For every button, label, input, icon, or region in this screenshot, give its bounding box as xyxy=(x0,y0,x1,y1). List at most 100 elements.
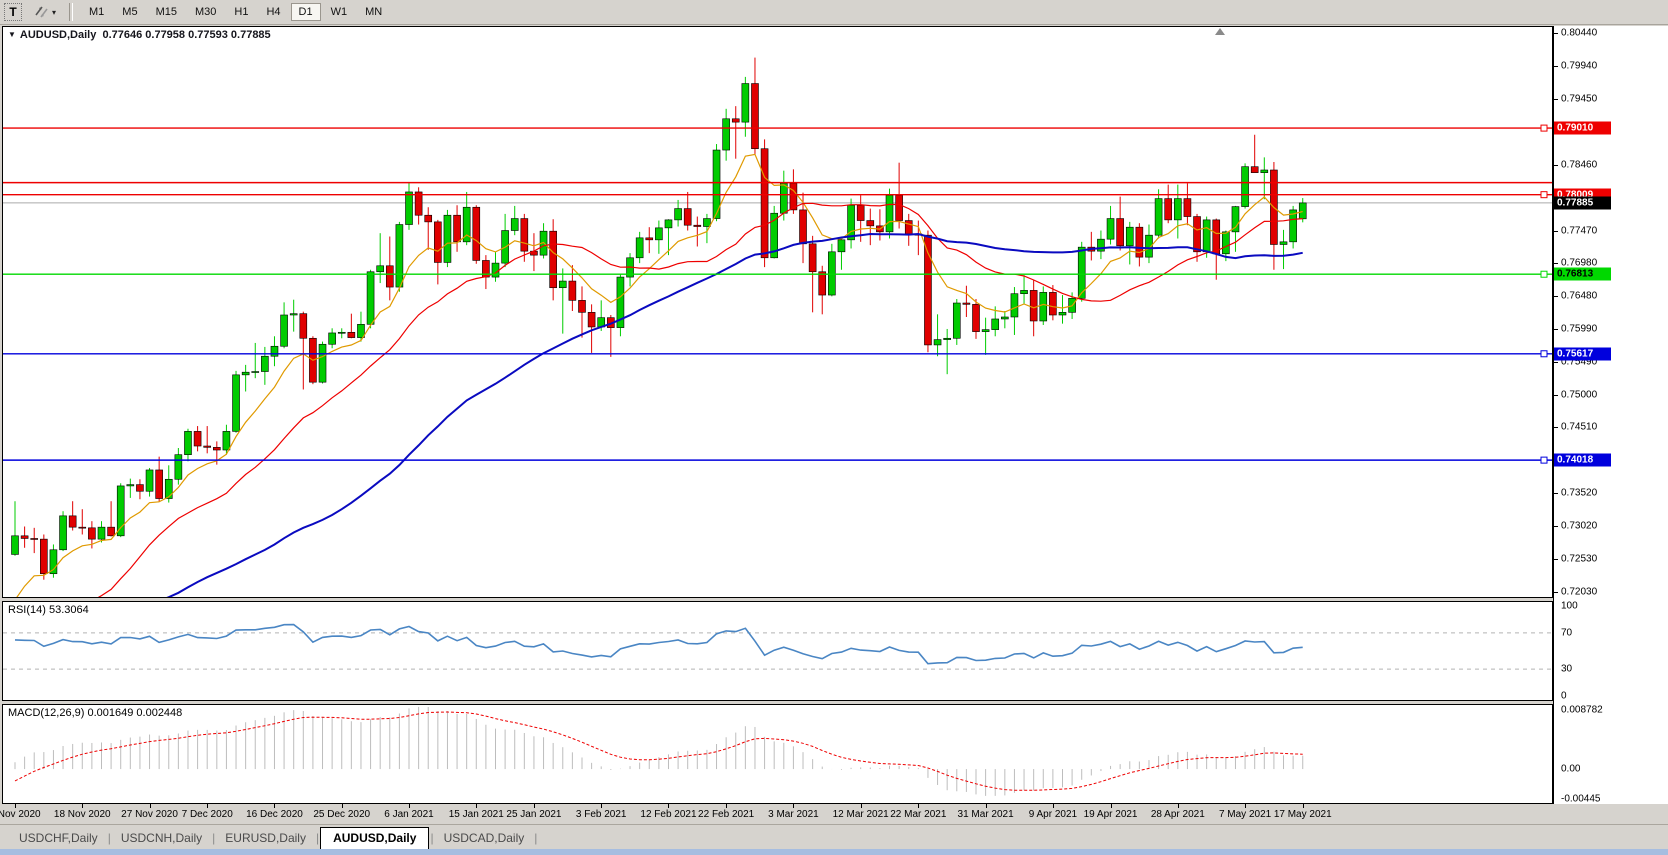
price-tick-label: 0.73020 xyxy=(1561,520,1598,532)
draw-tool-button[interactable]: ▾ xyxy=(28,3,62,21)
price-tick-label: 0.72530 xyxy=(1561,553,1598,565)
rsi-indicator-panel[interactable]: RSI(14) 53.3064 xyxy=(2,601,1553,701)
date-label: 12 Feb 2021 xyxy=(640,809,697,820)
trading-terminal-window: T ▾ M1 M5 M15 M30 H1 H4 D1 W1 MN ▼ AUDUSD,Daily 0… xyxy=(0,0,1668,855)
timeframe-d1-button[interactable]: D1 xyxy=(290,3,321,21)
date-label: 15 Jan 2021 xyxy=(448,809,504,820)
timeframe-m30-button[interactable]: M30 xyxy=(187,3,224,21)
tab-audusd-daily[interactable]: AUDUSD,Daily xyxy=(320,827,430,850)
tab-eurusd-daily[interactable]: EURUSD,Daily xyxy=(216,828,315,849)
price-tick-mark xyxy=(1554,559,1558,561)
price-tick-mark xyxy=(1554,296,1558,298)
ma-sma50-line xyxy=(166,232,1303,597)
date-tick-mark xyxy=(533,804,535,808)
price-tick-mark xyxy=(1554,394,1558,396)
date-tick-mark xyxy=(1052,804,1054,808)
price-tick-mark xyxy=(1554,493,1558,495)
trendline-handle[interactable] xyxy=(1540,456,1548,464)
trendline-handle[interactable] xyxy=(1540,270,1548,278)
text-tool-button[interactable]: T xyxy=(4,3,22,21)
date-tick-mark xyxy=(1177,804,1179,808)
date-tick-mark xyxy=(918,804,920,808)
price-tick-label: 0.76480 xyxy=(1561,290,1598,302)
chart-shift-marker-icon xyxy=(1215,28,1225,35)
timeframe-m5-button[interactable]: M5 xyxy=(114,3,145,21)
date-tick-mark xyxy=(668,804,670,808)
price-tick-mark xyxy=(1554,526,1558,528)
timeframe-mn-button[interactable]: MN xyxy=(357,3,390,21)
status-strip xyxy=(0,849,1668,855)
macd-signal-line xyxy=(14,711,1303,791)
trendline-handle[interactable] xyxy=(1540,191,1548,199)
price-tick-mark xyxy=(1554,230,1558,232)
date-tick-mark xyxy=(1302,804,1304,808)
tab-usdcnh-daily[interactable]: USDCNH,Daily xyxy=(112,828,211,849)
price-tick-label: 0.75000 xyxy=(1561,389,1598,401)
chart-title: ▼ AUDUSD,Daily 0.77646 0.77958 0.77593 0.… xyxy=(8,29,271,41)
timeframe-m1-button[interactable]: M1 xyxy=(81,3,112,21)
date-label: 3 Mar 2021 xyxy=(768,809,819,820)
price-tick-label: 0.79450 xyxy=(1561,93,1598,105)
price-tick-label: 0.80440 xyxy=(1561,27,1598,39)
timeframe-h1-button[interactable]: H1 xyxy=(226,3,256,21)
chart-symbol-label: AUDUSD,Daily xyxy=(19,29,97,41)
price-tick-label: 0.73520 xyxy=(1561,487,1598,499)
date-label: 9 Nov 2020 xyxy=(0,809,41,820)
price-tick-label: 0.79940 xyxy=(1561,60,1598,72)
timeframe-button-group: M1 M5 M15 M30 H1 H4 D1 W1 MN xyxy=(80,3,391,21)
date-tick-mark xyxy=(793,804,795,808)
price-tick-mark xyxy=(1554,164,1558,166)
price-tick-mark xyxy=(1554,32,1558,34)
hline-price-badge: 0.74018 xyxy=(1554,453,1611,467)
date-label: 6 Jan 2021 xyxy=(384,809,434,820)
price-chart-panel[interactable]: ▼ AUDUSD,Daily 0.77646 0.77958 0.77593 0.… xyxy=(2,26,1553,598)
date-label: 17 May 2021 xyxy=(1273,809,1332,820)
chart-ohlc-values: 0.77646 0.77958 0.77593 0.77885 xyxy=(102,29,271,41)
price-tick-label: 0.77470 xyxy=(1561,225,1598,237)
timeframe-m15-button[interactable]: M15 xyxy=(148,3,185,21)
date-label: 27 Nov 2020 xyxy=(121,809,178,820)
draw-arrows-icon xyxy=(34,4,50,21)
rsi-canvas[interactable] xyxy=(3,602,1552,700)
rsi-tick-label: 0 xyxy=(1561,690,1567,702)
macd-tick-label: -0.00445 xyxy=(1561,793,1601,805)
macd-canvas[interactable] xyxy=(3,705,1552,803)
tab-usdcad-daily[interactable]: USDCAD,Daily xyxy=(435,828,534,849)
price-tick-mark xyxy=(1554,427,1558,429)
price-tick-label: 0.74510 xyxy=(1561,421,1598,433)
date-label: 22 Mar 2021 xyxy=(890,809,947,820)
macd-tick-label: 0.00 xyxy=(1561,763,1581,775)
timeframe-w1-button[interactable]: W1 xyxy=(323,3,356,21)
date-tick-mark xyxy=(476,804,478,808)
date-tick-mark xyxy=(601,804,603,808)
date-tick-mark xyxy=(1110,804,1112,808)
rsi-tick-label: 30 xyxy=(1561,663,1573,675)
trendline-handle[interactable] xyxy=(1540,350,1548,358)
symbol-caret-icon: ▼ xyxy=(8,30,16,39)
macd-indicator-panel[interactable]: MACD(12,26,9) 0.001649 0.002448 xyxy=(2,704,1553,804)
hline-price-badge: 0.76813 xyxy=(1554,267,1611,281)
date-label: 12 Mar 2021 xyxy=(832,809,889,820)
rsi-line xyxy=(14,623,1303,665)
timeframe-h4-button[interactable]: H4 xyxy=(258,3,288,21)
price-scale-axis[interactable]: 0.804400.799400.794500.789500.784600.774… xyxy=(1553,26,1668,805)
price-tick-mark xyxy=(1554,263,1558,265)
date-tick-mark xyxy=(985,804,987,808)
price-tick-mark xyxy=(1554,328,1558,330)
time-scale-axis[interactable]: 9 Nov 2020 18 Nov 2020 27 Nov 20207 Dec 20… xyxy=(0,804,1553,823)
trendline-handle[interactable] xyxy=(1540,124,1548,132)
dropdown-caret-icon: ▾ xyxy=(52,7,57,17)
date-label: 25 Jan 2021 xyxy=(506,809,562,820)
date-label: 9 Apr 2021 xyxy=(1028,809,1078,820)
price-tick-mark xyxy=(1554,66,1558,68)
macd-label: MACD(12,26,9) 0.001649 0.002448 xyxy=(8,707,183,719)
rsi-label: RSI(14) 53.3064 xyxy=(8,604,89,616)
candlestick-chart-canvas[interactable] xyxy=(3,27,1552,597)
date-label: 7 May 2021 xyxy=(1218,809,1272,820)
date-label: 22 Feb 2021 xyxy=(698,809,755,820)
toolbar-separator xyxy=(69,3,73,21)
date-label: 7 Dec 2020 xyxy=(181,809,233,820)
date-tick-mark xyxy=(274,804,276,808)
date-label: 28 Apr 2021 xyxy=(1150,809,1205,820)
tab-usdchf-daily[interactable]: USDCHF,Daily xyxy=(10,828,107,849)
